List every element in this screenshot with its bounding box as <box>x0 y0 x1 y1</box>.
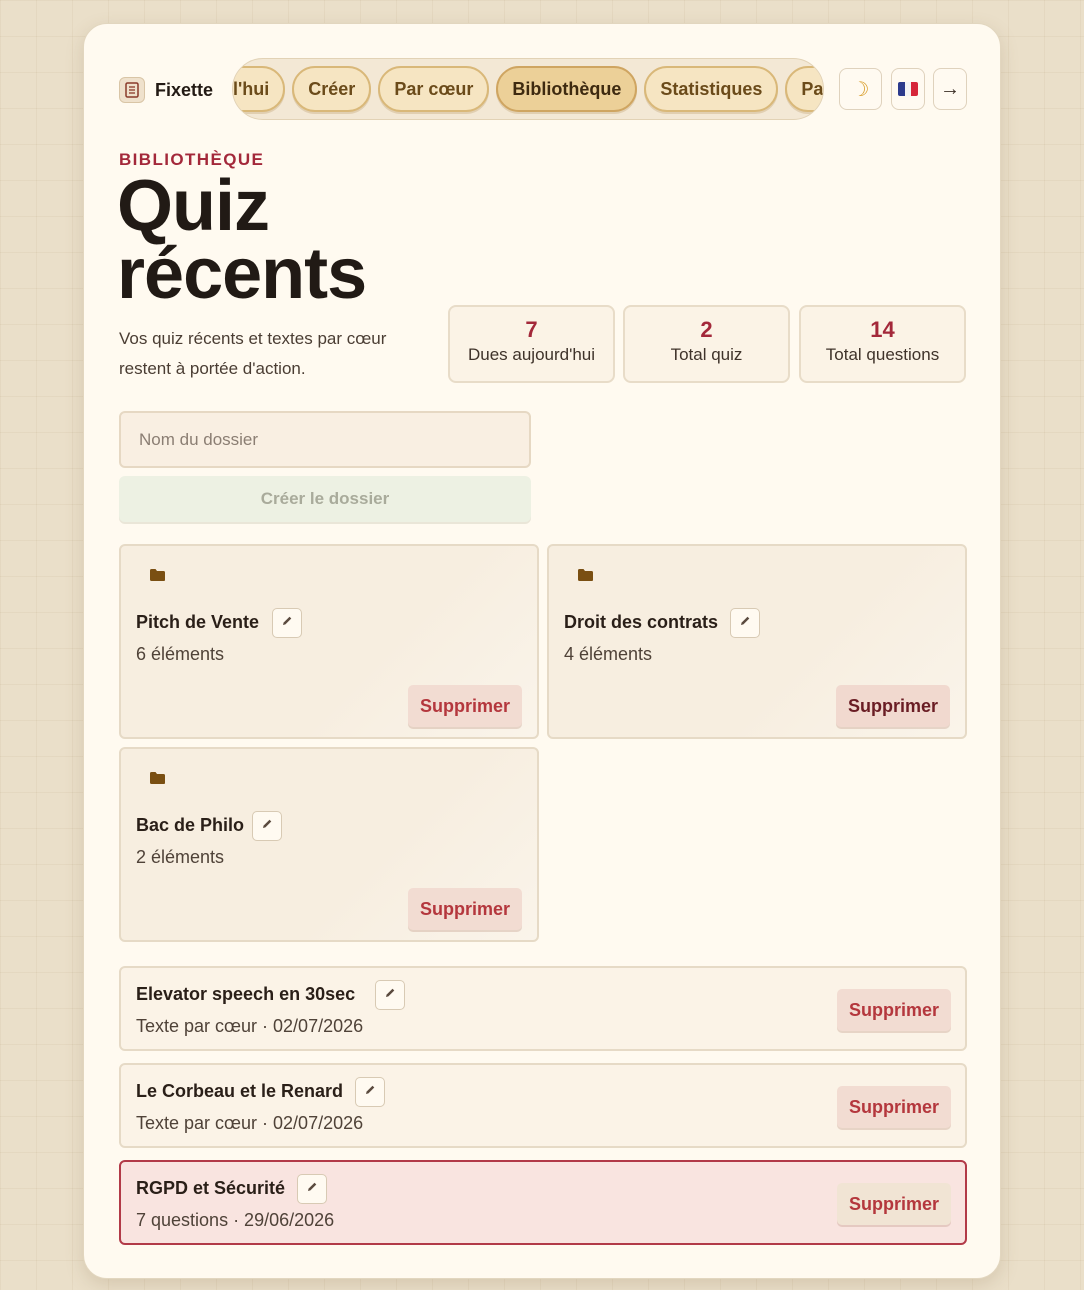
folder-icon <box>149 771 166 790</box>
folder-name: Droit des contrats <box>564 612 719 632</box>
folder-name: Pitch de Vente <box>136 612 260 632</box>
pencil-icon <box>281 614 293 632</box>
stat-value: 2 <box>700 317 713 342</box>
delete-button[interactable]: Supprimer <box>836 1086 951 1128</box>
stat-total-quiz: 2 Total quiz <box>623 305 790 383</box>
pencil-icon <box>261 817 273 835</box>
list-item-selected[interactable]: RGPD et Sécurité 7 questions · 29/06/202… <box>119 1160 967 1245</box>
item-meta: Texte par cœur · 02/07/2026 <box>136 1016 364 1036</box>
item-meta: Texte par cœur · 02/07/2026 <box>136 1113 364 1133</box>
folder-card[interactable]: Pitch de Vente 6 éléments Supprimer <box>119 544 539 739</box>
language-button[interactable] <box>891 68 925 110</box>
edit-button[interactable] <box>355 1077 385 1107</box>
folder-count: 6 éléments <box>136 644 225 664</box>
edit-button[interactable] <box>730 608 760 638</box>
page-title-line1: Quiz <box>117 166 270 246</box>
page-title: Quiz récents <box>117 166 367 314</box>
tab-by-heart[interactable]: Par cœur <box>378 66 490 112</box>
delete-button[interactable]: Supprimer <box>836 989 951 1031</box>
delete-button[interactable]: Supprimer <box>408 888 523 930</box>
stat-label: Total questions <box>825 345 940 364</box>
tab-create[interactable]: Créer <box>292 66 372 112</box>
brand-name: Fixette <box>155 79 214 100</box>
folder-card[interactable]: Bac de Philo 2 éléments Supprimer <box>119 747 539 942</box>
folder-count: 4 éléments <box>564 644 653 664</box>
arrow-right-icon: → <box>940 77 960 100</box>
brand[interactable]: Fixette <box>119 77 213 103</box>
stat-value: 7 <box>525 317 538 342</box>
stat-label: Total quiz <box>670 345 743 364</box>
stat-label: Dues aujourd'hui <box>467 345 596 364</box>
folder-card[interactable]: Droit des contrats 4 éléments Supprimer <box>547 544 967 739</box>
delete-button[interactable]: Supprimer <box>836 1183 951 1225</box>
create-folder-button[interactable]: Créer le dossier <box>119 476 531 522</box>
item-meta: 7 questions · 29/06/2026 <box>136 1210 335 1230</box>
edit-button[interactable] <box>297 1174 327 1204</box>
delete-button[interactable]: Supprimer <box>408 685 523 727</box>
notebook-icon <box>119 77 145 103</box>
delete-button[interactable]: Supprimer <box>836 685 951 727</box>
edit-button[interactable] <box>252 811 282 841</box>
page-subtitle: Vos quiz récents et textes par cœur rest… <box>119 329 387 378</box>
page-title-line2: récents <box>117 234 367 314</box>
flag-fr-icon <box>898 82 918 96</box>
folder-icon <box>149 568 166 587</box>
stat-total-questions: 14 Total questions <box>799 305 966 383</box>
tab-statistics[interactable]: Statistiques <box>644 66 779 112</box>
stat-due-today: 7 Dues aujourd'hui <box>448 305 615 383</box>
pencil-icon <box>739 614 751 632</box>
stat-value: 14 <box>870 317 895 342</box>
list-item[interactable]: Le Corbeau et le Renard Texte par cœur ·… <box>119 1063 967 1148</box>
tab-more[interactable]: Pa <box>785 66 823 112</box>
edit-button[interactable] <box>272 608 302 638</box>
folder-icon <box>577 568 594 587</box>
main-card: Fixette l'hui Créer Par cœur Bibliothèqu… <box>83 23 1001 1279</box>
tab-today[interactable]: l'hui <box>233 66 286 112</box>
pencil-icon <box>364 1083 376 1101</box>
logout-button[interactable]: → <box>933 68 967 110</box>
edit-button[interactable] <box>375 980 405 1010</box>
item-title: Le Corbeau et le Renard <box>136 1081 344 1101</box>
tab-library[interactable]: Bibliothèque <box>496 66 638 112</box>
moon-icon: ☽ <box>851 78 870 101</box>
folder-name: Bac de Philo <box>136 815 245 835</box>
item-title: Elevator speech en 30sec <box>136 984 356 1004</box>
theme-toggle-button[interactable]: ☽ <box>839 68 882 110</box>
nav-tabs[interactable]: l'hui Créer Par cœur Bibliothèque Statis… <box>232 58 824 120</box>
folder-count: 2 éléments <box>136 847 225 867</box>
pencil-icon <box>384 986 396 1004</box>
folder-name-input[interactable] <box>119 411 531 468</box>
item-title: RGPD et Sécurité <box>136 1178 286 1198</box>
pencil-icon <box>306 1180 318 1198</box>
list-item[interactable]: Elevator speech en 30sec Texte par cœur … <box>119 966 967 1051</box>
